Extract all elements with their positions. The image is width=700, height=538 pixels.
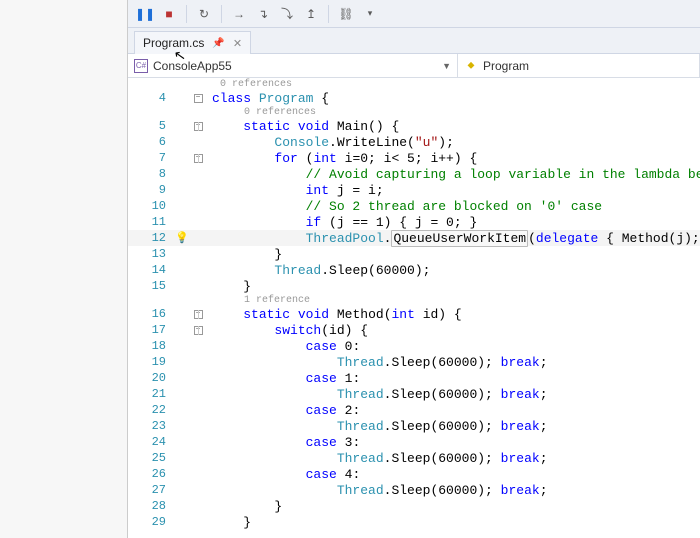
code-line[interactable]: 9 int j = i; — [128, 182, 700, 198]
code-line[interactable]: 26 case 4: — [128, 466, 700, 482]
code-line[interactable]: 20 case 1: — [128, 370, 700, 386]
threads-icon[interactable]: ⛓ — [337, 5, 355, 23]
codelens-references[interactable]: 0 references — [200, 79, 292, 90]
toolbar-separator — [186, 5, 187, 23]
close-icon[interactable]: ✕ — [233, 37, 242, 50]
code-line[interactable]: 7 − for (int i=0; i< 5; i++) { — [128, 150, 700, 166]
nav-class-dropdown[interactable]: ⬥ Program — [458, 54, 700, 77]
code-line[interactable]: 16 − static void Method(int id) { — [128, 306, 700, 322]
code-line[interactable]: 18 case 0: — [128, 338, 700, 354]
pin-icon[interactable]: 📌 — [212, 38, 224, 49]
code-line[interactable]: 13 } — [128, 246, 700, 262]
toolbar-separator — [221, 5, 222, 23]
lightbulb-icon[interactable]: 💡 — [175, 231, 189, 245]
toolbar-dropdown-icon[interactable]: ▾ — [361, 5, 379, 23]
code-line[interactable]: 11 if (j == 1) { j = 0; } — [128, 214, 700, 230]
code-line[interactable]: 6 Console.WriteLine("u"); — [128, 134, 700, 150]
code-line[interactable]: 17 − switch(id) { — [128, 322, 700, 338]
code-line[interactable]: 5 − static void Main() { — [128, 118, 700, 134]
code-line[interactable]: 19 Thread.Sleep(60000); break; — [128, 354, 700, 370]
code-line[interactable]: 25 Thread.Sleep(60000); break; — [128, 450, 700, 466]
left-margin-panel — [0, 0, 128, 538]
tab-label: Program.cs — [143, 36, 204, 50]
show-next-statement-button[interactable]: → — [230, 5, 248, 23]
step-out-button[interactable]: ↥ — [302, 5, 320, 23]
line-number: 4 — [128, 91, 176, 105]
navigation-bar: C# ConsoleApp55 ▼ ⬥ Program — [128, 54, 700, 78]
code-line[interactable]: 8 // Avoid capturing a loop variable in … — [128, 166, 700, 182]
code-line-current[interactable]: 12 💡 ThreadPool.QueueUserWorkItem(delega… — [128, 230, 700, 246]
editor-tab-bar: Program.cs 📌 ✕ ↖ — [128, 28, 700, 54]
code-line[interactable]: 22 case 2: — [128, 402, 700, 418]
nav-project-dropdown[interactable]: C# ConsoleApp55 ▼ — [128, 54, 458, 77]
code-line[interactable]: 24 case 3: — [128, 434, 700, 450]
codelens-references[interactable]: 0 references — [200, 107, 316, 118]
code-line[interactable]: 14 Thread.Sleep(60000); — [128, 262, 700, 278]
code-line[interactable]: 10 // So 2 thread are blocked on '0' cas… — [128, 198, 700, 214]
code-line[interactable]: 4 − class Program { — [128, 90, 700, 106]
nav-project-label: ConsoleApp55 — [153, 59, 232, 73]
nav-class-label: Program — [483, 59, 529, 73]
code-line[interactable]: 23 Thread.Sleep(60000); break; — [128, 418, 700, 434]
code-line[interactable]: 28 } — [128, 498, 700, 514]
code-line[interactable]: 27 Thread.Sleep(60000); break; — [128, 482, 700, 498]
step-into-button[interactable]: ↴ — [254, 5, 272, 23]
class-icon: ⬥ — [464, 59, 478, 73]
pause-button[interactable]: ❚❚ — [136, 5, 154, 23]
restart-button[interactable]: ↻ — [195, 5, 213, 23]
stop-button[interactable]: ■ — [160, 5, 178, 23]
code-editor[interactable]: 0 references 4 − class Program { 0 refer… — [128, 78, 700, 538]
tab-program-cs[interactable]: Program.cs 📌 ✕ — [134, 31, 251, 54]
outline-collapse-icon[interactable]: − — [194, 94, 203, 103]
csharp-icon: C# — [134, 59, 148, 73]
code-line[interactable]: 21 Thread.Sleep(60000); break; — [128, 386, 700, 402]
step-over-button[interactable]: ⤵ — [278, 5, 296, 23]
code-line[interactable]: 15 } — [128, 278, 700, 294]
debug-toolbar: ❚❚ ■ ↻ → ↴ ⤵ ↥ ⛓ ▾ — [128, 0, 700, 28]
chevron-down-icon: ▼ — [442, 61, 451, 71]
code-line[interactable]: 29 } — [128, 514, 700, 530]
codelens-references[interactable]: 1 reference — [200, 295, 310, 306]
toolbar-separator — [328, 5, 329, 23]
